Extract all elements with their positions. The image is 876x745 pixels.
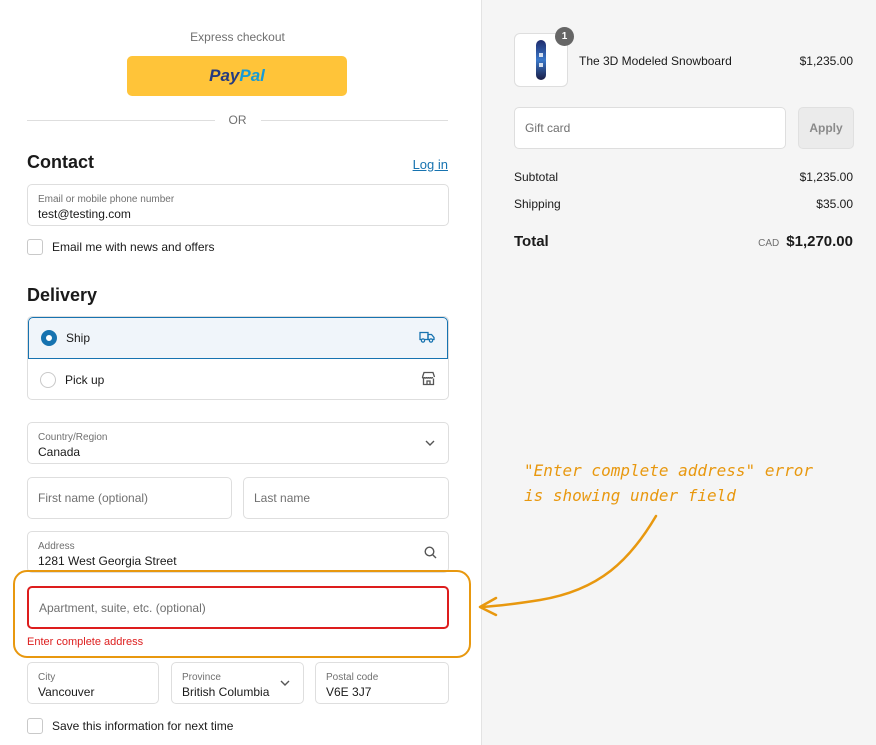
chevron-down-icon [422, 435, 438, 451]
pickup-radio[interactable] [40, 372, 56, 388]
gift-card-placeholder: Gift card [525, 121, 571, 135]
shipping-label: Shipping [514, 197, 561, 211]
first-name-placeholder: First name (optional) [38, 491, 149, 505]
apply-button[interactable]: Apply [798, 107, 854, 149]
address-value: 1281 West Georgia Street [38, 554, 177, 568]
truck-icon [419, 330, 435, 347]
newsletter-checkbox-row[interactable]: Email me with news and offers [27, 239, 215, 255]
quantity-badge: 1 [555, 27, 574, 46]
city-label: City [38, 672, 56, 683]
address-label: Address [38, 541, 75, 552]
save-info-checkbox[interactable] [27, 718, 43, 734]
paypal-button[interactable]: Pay Pal [127, 56, 347, 96]
postal-code-value: V6E 3J7 [326, 685, 372, 699]
save-info-checkbox-row[interactable]: Save this information for next time [27, 718, 233, 734]
gift-card-input[interactable]: Gift card [514, 107, 786, 149]
ship-radio[interactable] [41, 330, 57, 346]
total-amount: $1,270.00 [786, 233, 853, 250]
product-name: The 3D Modeled Snowboard [579, 54, 732, 68]
total-value-group: CAD $1,270.00 [758, 233, 853, 250]
province-select[interactable]: Province British Columbia [171, 662, 304, 704]
country-select[interactable]: Country/Region Canada [27, 422, 449, 464]
contact-title: Contact [27, 152, 94, 172]
email-field-label: Email or mobile phone number [38, 194, 175, 205]
paypal-logo-part1: Pay [209, 66, 240, 85]
apartment-error-message: Enter complete address [27, 636, 144, 648]
apartment-placeholder: Apartment, suite, etc. (optional) [39, 600, 206, 615]
postal-code-field[interactable]: Postal code V6E 3J7 [315, 662, 449, 704]
or-label: OR [228, 113, 247, 127]
express-checkout-label: Express checkout [190, 30, 285, 44]
newsletter-checkbox[interactable] [27, 239, 43, 255]
last-name-field[interactable]: Last name [243, 477, 449, 519]
save-info-label: Save this information for next time [52, 719, 234, 733]
pickup-label: Pick up [65, 373, 105, 387]
ship-label: Ship [66, 331, 91, 345]
annotation-line-2: is showing under field [524, 486, 736, 505]
total-label: Total [514, 233, 549, 250]
email-field[interactable]: Email or mobile phone number test@testin… [27, 184, 449, 226]
product-price: $1,235.00 [799, 54, 853, 68]
newsletter-label: Email me with news and offers [52, 240, 215, 254]
province-value: British Columbia [182, 685, 270, 699]
order-summary-panel: 1 The 3D Modeled Snowboard $1,235.00 Gif… [481, 0, 876, 745]
search-icon[interactable] [422, 544, 438, 560]
email-field-value: test@testing.com [38, 207, 131, 221]
paypal-logo-part2: Pal [239, 66, 265, 85]
delivery-option-ship[interactable]: Ship [28, 317, 448, 359]
annotation-line-1: "Enter complete address" error [524, 461, 813, 480]
annotation-text: "Enter complete address" error is showin… [524, 458, 854, 508]
province-label: Province [182, 672, 221, 683]
or-divider: OR [27, 113, 448, 127]
country-label: Country/Region [38, 432, 108, 443]
first-name-field[interactable]: First name (optional) [27, 477, 232, 519]
shipping-value: $35.00 [816, 197, 853, 211]
chevron-down-icon [277, 675, 293, 691]
country-value: Canada [38, 445, 81, 459]
subtotal-value: $1,235.00 [799, 170, 853, 184]
apartment-field[interactable]: Apartment, suite, etc. (optional) [27, 586, 449, 629]
last-name-placeholder: Last name [254, 491, 311, 505]
subtotal-label: Subtotal [514, 170, 559, 184]
postal-code-label: Postal code [326, 672, 379, 683]
delivery-title: Delivery [27, 285, 98, 305]
total-currency: CAD [758, 238, 780, 249]
address-field[interactable]: Address 1281 West Georgia Street [27, 531, 449, 573]
store-icon [421, 371, 436, 389]
delivery-method-group: Ship Pick up [27, 316, 449, 400]
city-field[interactable]: City Vancouver [27, 662, 159, 704]
checkout-form-panel: Express checkout Pay Pal OR Contact Log i… [0, 0, 481, 745]
delivery-option-pickup[interactable]: Pick up [28, 359, 448, 399]
city-value: Vancouver [38, 685, 95, 699]
snowboard-icon [536, 40, 546, 80]
login-link[interactable]: Log in [413, 157, 448, 172]
